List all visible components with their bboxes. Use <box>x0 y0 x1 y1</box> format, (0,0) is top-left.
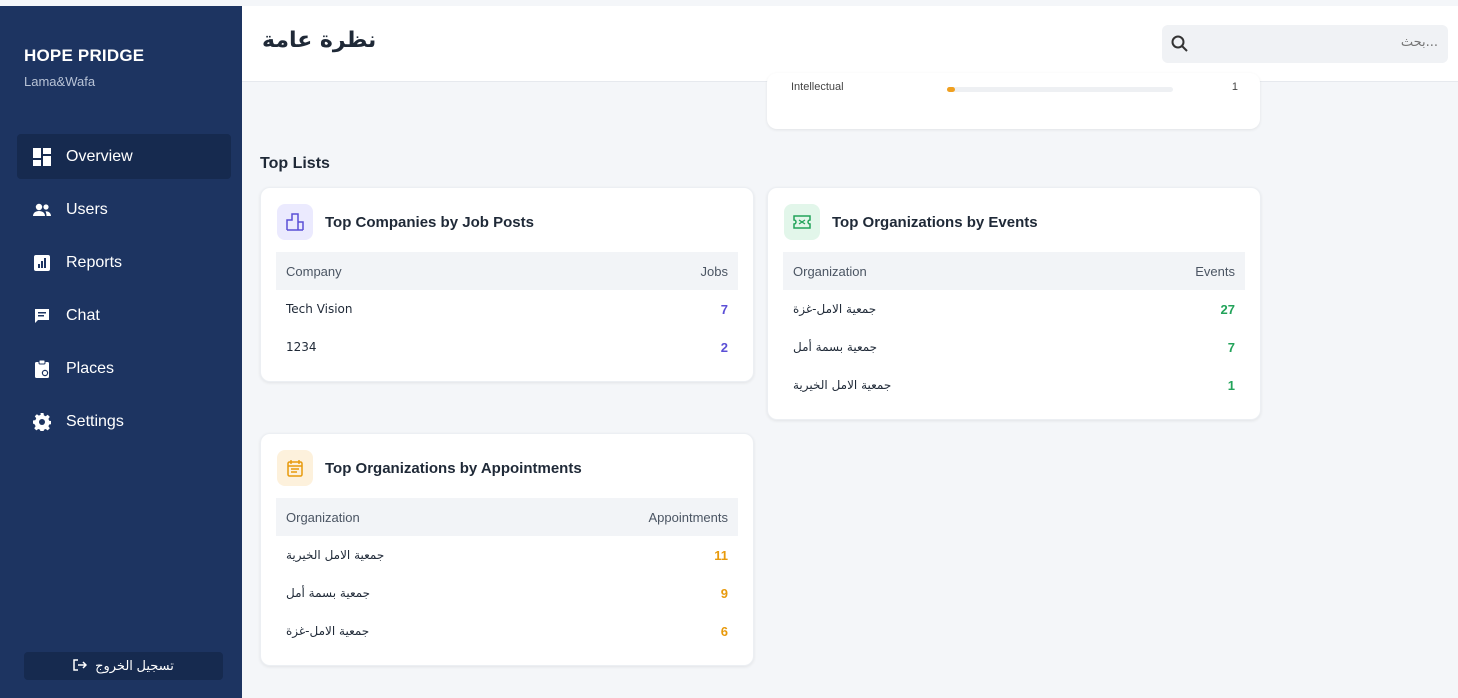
row-value: 11 <box>714 547 728 563</box>
card-title: Top Organizations by Appointments <box>325 459 582 477</box>
top-bar: نظرة عامة <box>242 6 1458 82</box>
column-header: Organization <box>793 263 867 279</box>
prev-card-value: 1 <box>1231 81 1238 93</box>
row-name: جمعية الامل-غزة <box>793 302 877 316</box>
logout-icon <box>73 658 88 674</box>
events-table: Organization Events جمعية الامل-غزة 27 ج… <box>783 252 1245 404</box>
calendar-icon <box>277 450 313 486</box>
column-header: Appointments <box>648 509 729 525</box>
prev-card-progress <box>947 87 1173 92</box>
chat-icon <box>32 306 52 326</box>
search-icon <box>1170 34 1190 54</box>
row-value: 1 <box>1227 377 1235 393</box>
top-appointments-card: Top Organizations by Appointments Organi… <box>260 433 754 666</box>
companies-table: Company Jobs Tech Vision 7 1234 2 <box>276 252 738 366</box>
dashboard-icon <box>32 147 52 167</box>
top-companies-card: Top Companies by Job Posts Company Jobs … <box>260 187 754 382</box>
table-row: 1234 2 <box>276 328 738 366</box>
row-name: جمعية الامل-غزة <box>286 624 370 638</box>
row-value: 2 <box>720 339 728 355</box>
sidebar-item-label: Settings <box>66 412 124 430</box>
card-header: Top Companies by Job Posts <box>277 204 534 240</box>
row-name: جمعية بسمة أمل <box>286 586 371 600</box>
sidebar-item-label: Reports <box>66 253 123 271</box>
row-name: Tech Vision <box>286 302 353 316</box>
column-header: Events <box>1195 263 1235 279</box>
gear-icon <box>32 412 52 432</box>
row-name: جمعية الامل الخيرية <box>793 378 892 392</box>
row-value: 6 <box>720 623 728 639</box>
sidebar-item-label: Chat <box>66 306 100 324</box>
sidebar-item-label: Users <box>66 200 108 218</box>
sidebar-item-settings[interactable]: Settings <box>17 399 231 444</box>
row-name: 1234 <box>286 340 317 354</box>
row-value: 7 <box>720 301 728 317</box>
table-row: جمعية الامل-غزة 6 <box>276 612 738 650</box>
prev-card-label: Intellectual <box>791 81 844 93</box>
users-icon <box>32 200 52 220</box>
logout-button[interactable]: تسجيل الخروج <box>24 652 223 680</box>
table-row: جمعية الامل الخيرية 11 <box>276 536 738 574</box>
row-value: 9 <box>720 585 728 601</box>
sidebar-item-places[interactable]: Places <box>17 346 231 391</box>
column-header: Jobs <box>700 263 728 279</box>
top-events-card: Top Organizations by Events Organization… <box>767 187 1261 420</box>
building-icon <box>277 204 313 240</box>
card-title: Top Organizations by Events <box>832 213 1038 231</box>
section-title: Top Lists <box>260 155 330 172</box>
sidebar: HOPE PRIDGE Lama&Wafa Overview Users Rep… <box>0 6 242 698</box>
sidebar-nav: Overview Users Reports Chat Places Setti… <box>17 134 231 452</box>
clipboard-icon <box>32 359 52 379</box>
column-header: Organization <box>286 509 360 525</box>
card-title: Top Companies by Job Posts <box>325 213 534 231</box>
previous-card-fragment: Intellectual 1 <box>767 73 1260 129</box>
search-box[interactable] <box>1162 25 1448 63</box>
table-row: Tech Vision 7 <box>276 290 738 328</box>
table-row: جمعية بسمة أمل 9 <box>276 574 738 612</box>
table-row: جمعية الامل-غزة 27 <box>783 290 1245 328</box>
brand-name: HOPE PRIDGE <box>24 46 145 65</box>
sidebar-item-overview[interactable]: Overview <box>17 134 231 179</box>
row-name: جمعية الامل الخيرية <box>286 548 385 562</box>
card-header: Top Organizations by Appointments <box>277 450 582 486</box>
search-input[interactable] <box>1198 27 1438 57</box>
table-header: Company Jobs <box>276 252 738 290</box>
main-content: Intellectual 1 Top Lists Top Companies b… <box>242 73 1458 698</box>
ticket-icon <box>784 204 820 240</box>
sidebar-item-users[interactable]: Users <box>17 187 231 232</box>
column-header: Company <box>286 263 342 279</box>
row-name: جمعية بسمة أمل <box>793 340 878 354</box>
sidebar-item-label: Places <box>66 359 115 377</box>
reports-icon <box>32 253 52 273</box>
sidebar-item-label: Overview <box>66 147 133 165</box>
appointments-table: Organization Appointments جمعية الامل ال… <box>276 498 738 650</box>
table-header: Organization Events <box>783 252 1245 290</box>
table-header: Organization Appointments <box>276 498 738 536</box>
brand-subtitle: Lama&Wafa <box>24 74 96 89</box>
logout-label: تسجيل الخروج <box>95 658 174 673</box>
sidebar-item-reports[interactable]: Reports <box>17 240 231 285</box>
page-title: نظرة عامة <box>262 28 377 53</box>
sidebar-item-chat[interactable]: Chat <box>17 293 231 338</box>
row-value: 7 <box>1227 339 1235 355</box>
table-row: جمعية بسمة أمل 7 <box>783 328 1245 366</box>
card-header: Top Organizations by Events <box>784 204 1038 240</box>
row-value: 27 <box>1220 301 1235 317</box>
table-row: جمعية الامل الخيرية 1 <box>783 366 1245 404</box>
